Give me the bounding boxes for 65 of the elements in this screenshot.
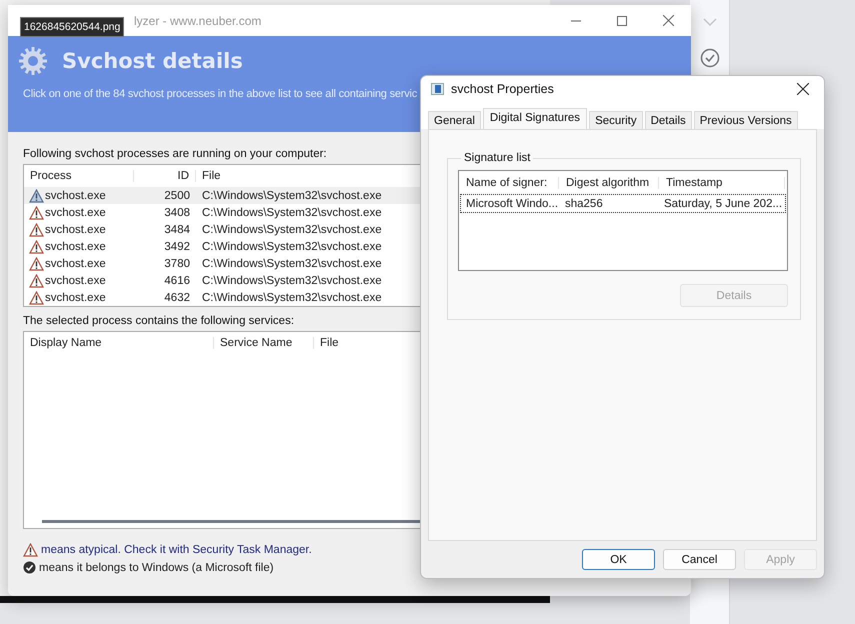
tab[interactable]: General xyxy=(428,111,481,129)
tab[interactable]: Security xyxy=(589,111,643,129)
warning-icon xyxy=(29,290,44,304)
column-header[interactable]: ID xyxy=(134,170,196,182)
minimize-icon xyxy=(571,20,581,22)
process-row[interactable]: svchost.exe 3492 C:\Windows\System32\svchost.exe xyxy=(24,238,691,255)
table-cell: svchost.exe xyxy=(45,224,106,236)
legend-text: means atypical. Check it with Security Task Manager. xyxy=(41,544,312,556)
table-cell: svchost.exe xyxy=(45,258,106,270)
table-cell: svchost.exe xyxy=(45,292,106,304)
warning-icon xyxy=(23,543,38,557)
close-icon xyxy=(797,83,809,95)
dialog-title: svchost Properties xyxy=(451,82,555,96)
window-title: lyzer - www.neuber.com xyxy=(134,14,262,28)
tooltip: 1626845620544.png xyxy=(20,17,124,37)
tab[interactable]: Digital Signatures xyxy=(482,108,588,129)
warning-icon xyxy=(29,222,44,236)
chevron-down-icon xyxy=(702,18,716,26)
table-cell-text: 3484 xyxy=(163,224,191,236)
process-row[interactable]: svchost.exe 3780 C:\Windows\System32\svchost.exe xyxy=(24,255,691,272)
column-header[interactable]: Service Name xyxy=(214,337,314,349)
column-header[interactable]: Process xyxy=(24,170,134,182)
table-cell-text: 2500 xyxy=(163,190,191,202)
warning-icon xyxy=(29,274,44,288)
warning-icon xyxy=(29,188,44,202)
table-cell-text: 3780 xyxy=(163,258,191,270)
gear-icon xyxy=(18,46,48,76)
page-title: Svchost details xyxy=(62,49,243,73)
table-cell: svchost.exe xyxy=(45,240,106,252)
check-circle-icon xyxy=(700,48,720,68)
table-cell: svchost.exe xyxy=(45,190,106,202)
warning-icon xyxy=(29,206,44,220)
table-cell: svchost.exe xyxy=(45,274,106,286)
check-icon xyxy=(23,561,36,574)
group-title: Signature list xyxy=(463,152,532,164)
legend-text: means it belongs to Windows (a Microsoft file) xyxy=(39,562,274,574)
column-header[interactable]: Display Name xyxy=(24,337,214,349)
table-cell-text: C:\Windows\System32\svchost.exe xyxy=(201,274,383,286)
dialog-button[interactable]: OK xyxy=(582,549,655,570)
table-cell-text: C:\Windows\System32\svchost.exe xyxy=(201,258,383,270)
table-cell-text: 4632 xyxy=(163,292,191,304)
table-cell-text: 3492 xyxy=(163,240,191,252)
tab[interactable]: Previous Versions xyxy=(694,111,798,129)
table-cell-text: 3408 xyxy=(163,206,191,218)
column-header[interactable]: Timestamp xyxy=(659,177,785,189)
tab[interactable]: Details xyxy=(644,111,692,129)
process-row[interactable]: svchost.exe 3484 C:\Windows\System32\svchost.exe xyxy=(24,221,691,238)
section-label: The selected process contains the following services: xyxy=(23,315,294,327)
column-header[interactable]: Digest algorithm xyxy=(559,177,659,189)
instruction-text: Click on one of the 84 svchost processes in the above list to see all containing servic xyxy=(23,88,418,100)
table-cell-text: C:\Windows\System32\svchost.exe xyxy=(201,292,383,304)
table-cell-text: C:\Windows\System32\svchost.exe xyxy=(201,224,383,236)
warning-icon xyxy=(29,240,44,254)
warning-icon xyxy=(29,256,44,270)
dialog-button[interactable]: Cancel xyxy=(663,549,736,570)
window-icon xyxy=(431,83,444,95)
table-cell-text: 4616 xyxy=(163,274,191,286)
table-cell-text: C:\Windows\System32\svchost.exe xyxy=(201,190,383,202)
column-header[interactable]: Name of signer: xyxy=(459,177,559,189)
table-cell-text: C:\Windows\System32\svchost.exe xyxy=(201,206,383,218)
table-cell: svchost.exe xyxy=(45,206,106,218)
close-icon xyxy=(662,15,674,26)
section-label: Following svchost processes are running on your computer: xyxy=(23,148,327,160)
maximize-icon xyxy=(617,16,627,26)
table-cell-text: C:\Windows\System32\svchost.exe xyxy=(201,240,383,252)
